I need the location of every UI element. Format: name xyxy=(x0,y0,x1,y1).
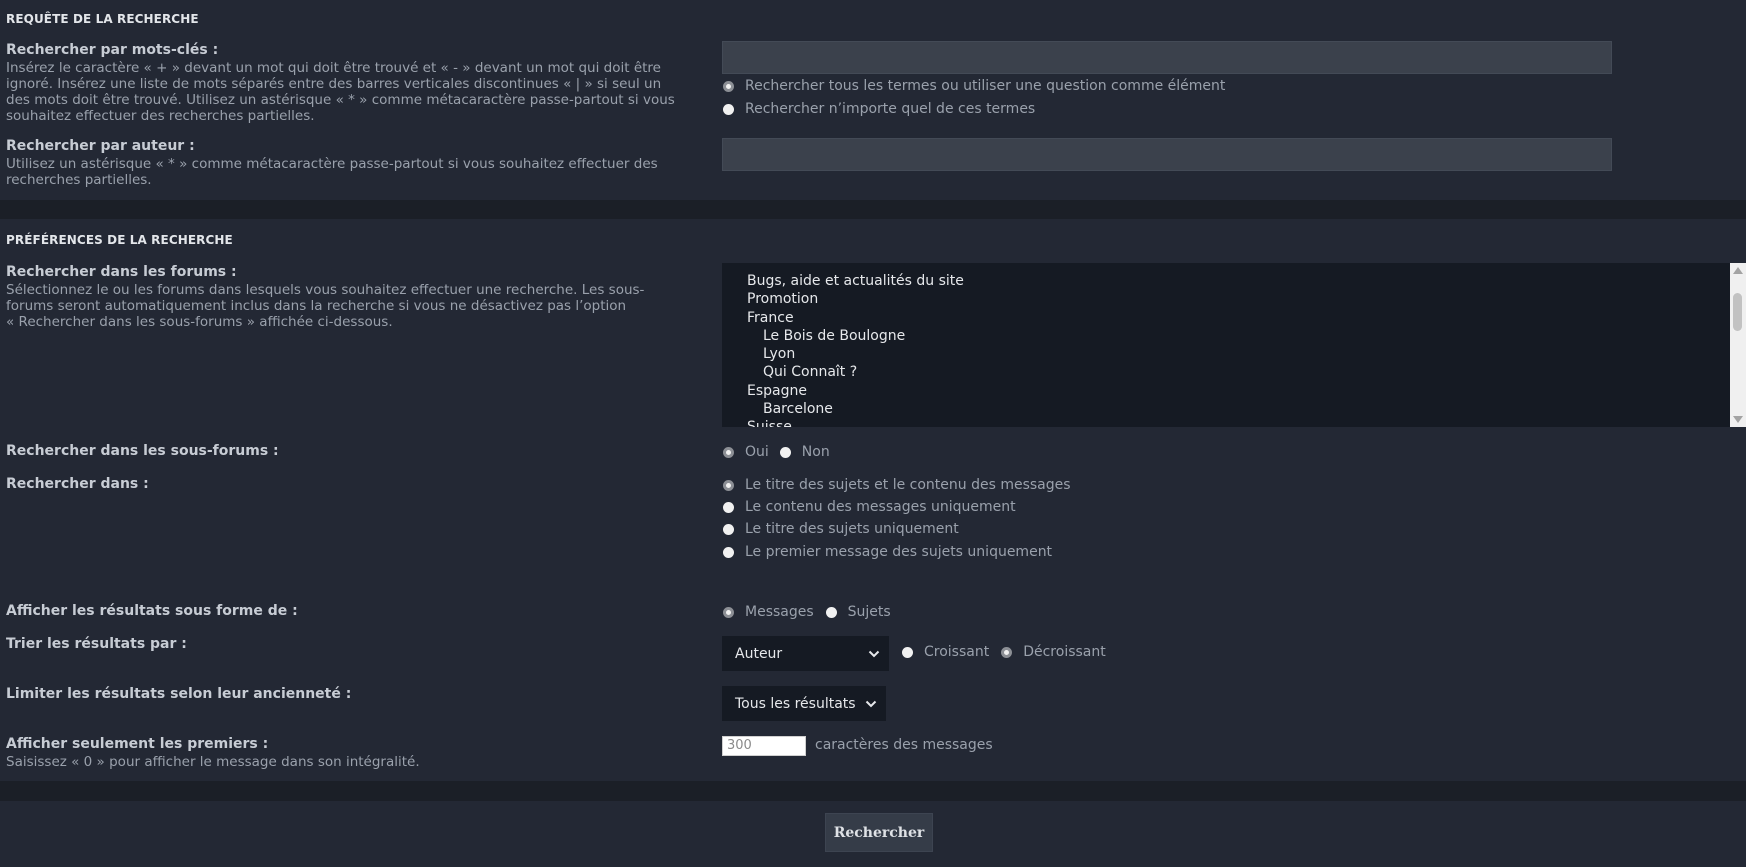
subforums-yes-radio[interactable] xyxy=(723,446,734,458)
search-submit-button[interactable]: Rechercher xyxy=(825,813,933,852)
searchin-option-content[interactable]: Le contenu des messages uniquement xyxy=(723,499,1016,515)
keywords-explain: Insérez le caractère « + » devant un mot… xyxy=(6,60,675,124)
age-select[interactable]: Tous les résultats xyxy=(722,686,886,721)
forum-option[interactable]: Promotion xyxy=(722,290,1746,308)
radio-checked-icon[interactable] xyxy=(723,80,734,92)
chars-label: Afficher seulement les premiers : xyxy=(6,736,269,752)
subforums-options: Oui Non xyxy=(723,444,830,460)
radio-icon[interactable] xyxy=(723,501,734,513)
display-messages-radio[interactable] xyxy=(723,606,734,618)
author-input[interactable] xyxy=(722,138,1612,171)
listbox-scrollbar[interactable] xyxy=(1730,263,1746,427)
scroll-up-icon[interactable] xyxy=(1733,267,1743,274)
search-query-panel: REQUÊTE DE LA RECHERCHE Rechercher par m… xyxy=(0,0,1746,200)
keywords-input[interactable] xyxy=(722,41,1612,74)
display-label: Afficher les résultats sous forme de : xyxy=(6,603,298,619)
radio-icon[interactable] xyxy=(723,103,734,115)
forum-option[interactable]: Qui Connaît ? xyxy=(722,363,1746,381)
forum-option[interactable]: Bugs, aide et actualités du site xyxy=(722,272,1746,290)
chevron-down-icon xyxy=(868,650,880,657)
age-label: Limiter les résultats selon leur ancienn… xyxy=(6,686,352,702)
author-label: Rechercher par auteur : xyxy=(6,138,195,154)
searchin-label: Rechercher dans : xyxy=(6,476,149,492)
display-topics-radio[interactable] xyxy=(825,606,837,618)
radio-checked-icon[interactable] xyxy=(723,479,734,491)
terms-any-option[interactable]: Rechercher n’importe quel de ces termes xyxy=(723,101,1035,117)
forum-option[interactable]: Suisse xyxy=(722,418,1746,427)
radio-icon[interactable] xyxy=(723,546,734,558)
searchin-option-first[interactable]: Le premier message des sujets uniquement xyxy=(723,544,1052,560)
sort-direction-options: Croissant Décroissant xyxy=(902,644,1106,660)
keywords-label: Rechercher par mots-clés : xyxy=(6,42,219,58)
sort-desc-radio[interactable] xyxy=(1001,646,1013,658)
searchin-option-both[interactable]: Le titre des sujets et le contenu des me… xyxy=(723,477,1071,493)
forums-label: Rechercher dans les forums : xyxy=(6,264,237,280)
chars-explain: Saisissez « 0 » pour afficher le message… xyxy=(6,754,420,770)
terms-all-option[interactable]: Rechercher tous les termes ou utiliser u… xyxy=(723,78,1225,94)
chars-input[interactable]: 300 xyxy=(722,736,806,756)
panel-title: PRÉFÉRENCES DE LA RECHERCHE xyxy=(6,233,233,247)
subforums-no-radio[interactable] xyxy=(779,446,791,458)
radio-icon[interactable] xyxy=(723,523,734,535)
forum-option[interactable]: Lyon xyxy=(722,345,1746,363)
forum-option[interactable]: France xyxy=(722,309,1746,327)
forum-option[interactable]: Barcelone xyxy=(722,400,1746,418)
forum-option[interactable]: Le Bois de Boulogne xyxy=(722,327,1746,345)
sort-asc-radio[interactable] xyxy=(902,646,913,658)
forum-option[interactable]: Espagne xyxy=(722,382,1746,400)
scroll-down-icon[interactable] xyxy=(1733,416,1743,423)
searchin-option-titles[interactable]: Le titre des sujets uniquement xyxy=(723,521,959,537)
forums-list: Bugs, aide et actualités du site Promotio… xyxy=(722,263,1746,427)
sort-label: Trier les résultats par : xyxy=(6,636,187,652)
subforums-label: Rechercher dans les sous-forums : xyxy=(6,443,279,459)
scroll-thumb[interactable] xyxy=(1733,293,1742,331)
display-options: Messages Sujets xyxy=(723,604,891,620)
forums-explain: Sélectionnez le ou les forums dans lesqu… xyxy=(6,282,645,330)
panel-title: REQUÊTE DE LA RECHERCHE xyxy=(6,12,199,26)
chars-suffix: caractères des messages xyxy=(815,737,993,753)
sort-select[interactable]: Auteur xyxy=(722,636,889,671)
author-explain: Utilisez un astérisque « * » comme métac… xyxy=(6,156,658,188)
forums-listbox[interactable]: Bugs, aide et actualités du site Promotio… xyxy=(722,263,1746,427)
chevron-down-icon xyxy=(865,700,877,707)
